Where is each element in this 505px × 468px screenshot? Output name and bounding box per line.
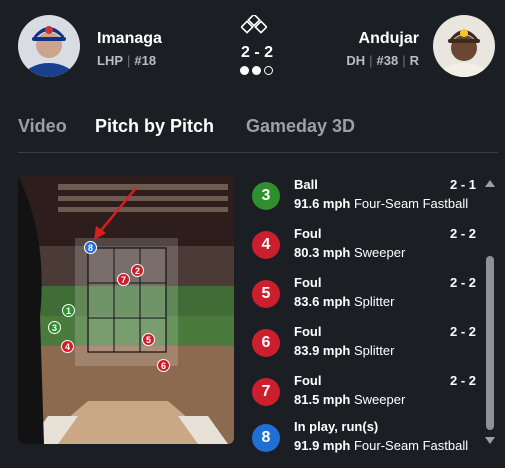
pitch-type: Sweeper	[353, 245, 406, 260]
pitch-desc: 83.6 mph Splitter	[294, 294, 394, 309]
pitch-result: Foul	[294, 373, 322, 388]
pitch-number: 8	[252, 424, 280, 452]
pitch-speed: 81.5 mph	[294, 392, 351, 407]
zone-marker-3[interactable]: 3	[48, 321, 61, 334]
pitcher-hand: LHP	[97, 53, 123, 68]
pitch-desc: 83.9 mph Splitter	[294, 343, 394, 358]
pitcher-meta: LHP | #18	[97, 53, 157, 68]
pitch-row[interactable]: 4 Foul 2 - 2 80.3 mph Sweeper	[252, 225, 476, 273]
pitch-result: Ball	[294, 177, 318, 192]
tab-video[interactable]: Video	[18, 116, 67, 137]
pitch-count: 2 - 1	[449, 177, 476, 192]
batter-name[interactable]: Andujar	[359, 30, 419, 48]
outs-indicator	[240, 66, 273, 75]
zone-marker-7[interactable]: 7	[117, 273, 130, 286]
batter-meta: DH | #38 | R	[346, 53, 419, 68]
pitch-row[interactable]: 7 Foul 2 - 2 81.5 mph Sweeper	[252, 372, 476, 420]
scroll-thumb[interactable]	[486, 256, 494, 430]
pitch-desc: 91.6 mph Four-Seam Fastball	[294, 196, 468, 211]
pitcher-number: #18	[134, 53, 157, 68]
pitch-number: 3	[252, 182, 280, 210]
pitch-result: Foul	[294, 226, 322, 241]
pitch-type: Four-Seam Fastball	[353, 438, 469, 453]
pitch-number: 4	[252, 231, 280, 259]
pitch-row[interactable]: 6 Foul 2 - 2 83.9 mph Splitter	[252, 323, 476, 371]
pitch-speed: 83.6 mph	[294, 294, 351, 309]
pitch-speed: 91.6 mph	[294, 196, 351, 211]
scroll-up-icon[interactable]	[485, 180, 495, 187]
bases-diamond-icon	[240, 13, 268, 42]
pitch-number: 7	[252, 378, 280, 406]
zone-marker-1[interactable]: 1	[62, 304, 75, 317]
pitch-count: 2 - 2	[449, 373, 476, 388]
out-dot	[252, 66, 261, 75]
pitch-number: 6	[252, 329, 280, 357]
batter-pos: DH	[346, 53, 366, 68]
scroll-down-icon[interactable]	[485, 437, 495, 444]
pitch-count: 2 - 2	[449, 275, 476, 290]
tab-pitch-by-pitch[interactable]: Pitch by Pitch	[95, 116, 214, 137]
pitch-row[interactable]: 3 Ball 2 - 1 91.6 mph Four-Seam Fastball	[252, 176, 476, 224]
pitcher-name[interactable]: Imanaga	[97, 30, 162, 48]
zone-marker-6[interactable]: 6	[157, 359, 170, 372]
zone-marker-5[interactable]: 5	[142, 333, 155, 346]
pitch-type: Splitter	[353, 294, 395, 309]
pitch-location-view: 1 2 3 4 5 6 7 8	[18, 176, 234, 444]
pitch-result: Foul	[294, 275, 322, 290]
pitch-speed: 83.9 mph	[294, 343, 351, 358]
batter-avatar[interactable]	[433, 15, 495, 77]
batter-hand: R	[409, 53, 419, 68]
pitch-desc: 81.5 mph Sweeper	[294, 392, 405, 407]
pitch-speed: 91.9 mph	[294, 438, 351, 453]
tab-divider	[18, 152, 498, 153]
pitch-row[interactable]: 5 Foul 2 - 2 83.6 mph Splitter	[252, 274, 476, 322]
pitch-count: 2 - 2	[449, 226, 476, 241]
pitch-type: Splitter	[353, 343, 395, 358]
pitch-result: In play, run(s)	[294, 419, 379, 434]
pitch-result: Foul	[294, 324, 322, 339]
pitch-speed: 80.3 mph	[294, 245, 351, 260]
batter-number: #38	[376, 53, 399, 68]
out-dot	[264, 66, 273, 75]
pitcher-avatar[interactable]	[18, 15, 80, 77]
pitch-count: 2 - 2	[449, 324, 476, 339]
out-dot	[240, 66, 249, 75]
pitch-row[interactable]: 8 In play, run(s) 91.9 mph Four-Seam Fas…	[252, 418, 476, 466]
zone-marker-8[interactable]: 8	[84, 241, 97, 254]
pitch-desc: 91.9 mph Four-Seam Fastball	[294, 438, 468, 453]
zone-marker-2[interactable]: 2	[131, 264, 144, 277]
pitch-number: 5	[252, 280, 280, 308]
tab-gameday-3d[interactable]: Gameday 3D	[246, 116, 355, 137]
pitch-list-scrollbar[interactable]	[484, 176, 496, 448]
pitch-desc: 80.3 mph Sweeper	[294, 245, 405, 260]
count-display: 2 - 2	[240, 44, 273, 61]
pitch-type: Four-Seam Fastball	[353, 196, 469, 211]
zone-marker-4[interactable]: 4	[61, 340, 74, 353]
pitch-type: Sweeper	[353, 392, 406, 407]
